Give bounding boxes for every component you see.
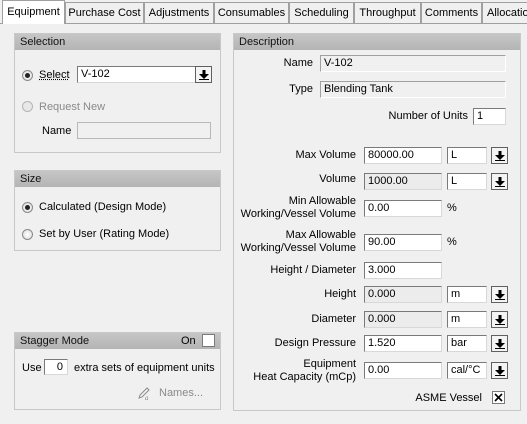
- calculated-label[interactable]: Calculated (Design Mode): [39, 201, 166, 213]
- description-group: Description Name V-102 Type Blending Tan…: [233, 33, 521, 411]
- heat-capacity-unit: cal/°C: [451, 364, 481, 376]
- heat-capacity-label-2: Heat Capacity (mCp): [253, 371, 356, 383]
- asme-vessel-label: ASME Vessel: [415, 392, 482, 404]
- desc-name-label: Name: [283, 57, 313, 69]
- dropdown-arrow-icon: [495, 339, 505, 349]
- volume-label: Volume: [319, 173, 356, 185]
- set-by-user-label[interactable]: Set by User (Rating Mode): [39, 228, 169, 240]
- design-pressure-field[interactable]: 1.520: [364, 335, 442, 352]
- select-combo[interactable]: V-102: [77, 66, 197, 83]
- select-label[interactable]: Select: [39, 69, 70, 81]
- min-allowable-field[interactable]: 0.00: [364, 200, 442, 217]
- request-new-radio[interactable]: [22, 101, 33, 112]
- name-field[interactable]: [77, 122, 211, 139]
- heat-capacity-unit-combo[interactable]: cal/°C: [447, 362, 487, 379]
- dropdown-arrow-icon: [495, 290, 505, 300]
- units-field[interactable]: 1: [473, 108, 506, 125]
- selection-header: Selection: [15, 34, 220, 50]
- dropdown-arrow-icon: [199, 70, 209, 80]
- pressure-unit-dropdown[interactable]: [491, 335, 508, 352]
- max-volume-label: Max Volume: [295, 149, 356, 161]
- diameter-unit: m: [451, 313, 461, 325]
- x-mark-icon: [494, 393, 503, 402]
- tab-bar-border: [0, 23, 527, 24]
- min-allowable-label-1: Min Allowable: [288, 195, 356, 207]
- tab-throughput[interactable]: Throughput: [354, 2, 421, 23]
- volume-unit-dropdown[interactable]: [491, 173, 508, 190]
- stagger-on-checkbox[interactable]: [202, 334, 215, 347]
- select-value: V-102: [81, 68, 110, 80]
- height-label: Height: [324, 288, 356, 300]
- max-allowable-label-2: Working/Vessel Volume: [240, 242, 356, 254]
- stagger-count-field[interactable]: 0: [44, 359, 68, 375]
- set-by-user-radio[interactable]: [22, 229, 33, 240]
- volume-unit: L: [451, 175, 458, 187]
- select-dropdown-button[interactable]: [195, 66, 212, 83]
- diameter-unit-combo[interactable]: m: [447, 311, 487, 328]
- dropdown-arrow-icon: [495, 177, 505, 187]
- dropdown-arrow-icon: [495, 151, 505, 161]
- use-label: Use: [22, 362, 42, 374]
- heat-capacity-label-1: Equipment: [303, 358, 356, 370]
- max-volume-unit-dropdown[interactable]: [491, 147, 508, 164]
- desc-name-field: V-102: [320, 55, 506, 72]
- diameter-field[interactable]: 0.000: [364, 311, 442, 328]
- svg-text:a: a: [145, 394, 149, 401]
- equipment-tab-content: Selection Select V-102 Request New Name …: [0, 24, 527, 424]
- desc-type-label: Type: [289, 83, 313, 95]
- selection-group: Selection Select V-102 Request New Name: [14, 33, 221, 153]
- tab-scheduling[interactable]: Scheduling: [289, 2, 354, 23]
- tab-comments[interactable]: Comments: [421, 2, 482, 23]
- max-volume-unit-combo[interactable]: L: [447, 147, 487, 164]
- tab-adjustments[interactable]: Adjustments: [144, 2, 214, 23]
- stagger-mode-group: Stagger Mode On Use 0 extra sets of equi…: [14, 332, 221, 410]
- height-diameter-field[interactable]: 3.000: [364, 262, 442, 279]
- tab-bar: Equipment Purchase Cost Adjustments Cons…: [0, 0, 527, 24]
- dropdown-arrow-icon: [495, 366, 505, 376]
- calculated-radio[interactable]: [22, 202, 33, 213]
- tab-equipment[interactable]: Equipment: [2, 0, 65, 24]
- height-diameter-label: Height / Diameter: [270, 264, 356, 276]
- units-label: Number of Units: [388, 110, 468, 122]
- desc-type-field: Blending Tank: [320, 81, 506, 98]
- design-pressure-label: Design Pressure: [274, 337, 356, 349]
- description-header: Description: [234, 34, 520, 50]
- dropdown-arrow-icon: [495, 315, 505, 325]
- size-header: Size: [15, 171, 220, 187]
- height-unit-dropdown[interactable]: [491, 286, 508, 303]
- size-group: Size Calculated (Design Mode) Set by Use…: [14, 170, 221, 251]
- min-allowable-label-2: Working/Vessel Volume: [240, 208, 356, 220]
- max-allowable-label-1: Max Allowable: [285, 229, 356, 241]
- max-volume-field[interactable]: 80000.00: [364, 147, 442, 164]
- asme-vessel-checkbox[interactable]: [492, 391, 505, 404]
- pressure-unit-combo[interactable]: bar: [447, 335, 487, 352]
- request-new-label: Request New: [39, 101, 106, 113]
- pencil-edit-icon: a: [138, 387, 150, 401]
- name-label: Name: [42, 125, 72, 137]
- heat-capacity-unit-dropdown[interactable]: [491, 362, 508, 379]
- min-allowable-unit: %: [447, 202, 457, 214]
- max-allowable-field[interactable]: 90.00: [364, 234, 442, 251]
- height-unit: m: [451, 288, 461, 300]
- heat-capacity-field[interactable]: 0.00: [364, 362, 442, 379]
- tab-consumables[interactable]: Consumables: [214, 2, 289, 23]
- tab-allocation[interactable]: Allocatio: [482, 2, 527, 23]
- names-button-label: Names...: [159, 387, 204, 399]
- diameter-label: Diameter: [311, 313, 356, 325]
- diameter-unit-dropdown[interactable]: [491, 311, 508, 328]
- volume-field[interactable]: 1000.00: [364, 173, 442, 190]
- tab-purchase-cost[interactable]: Purchase Cost: [65, 2, 144, 23]
- max-allowable-unit: %: [447, 236, 457, 248]
- stagger-on-label: On: [181, 335, 196, 347]
- volume-unit-combo[interactable]: L: [447, 173, 487, 190]
- height-field[interactable]: 0.000: [364, 286, 442, 303]
- max-volume-unit: L: [451, 149, 458, 161]
- select-radio[interactable]: [22, 70, 33, 81]
- pressure-unit: bar: [451, 337, 467, 349]
- stagger-suffix-label: extra sets of equipment units: [74, 362, 215, 374]
- height-unit-combo[interactable]: m: [447, 286, 487, 303]
